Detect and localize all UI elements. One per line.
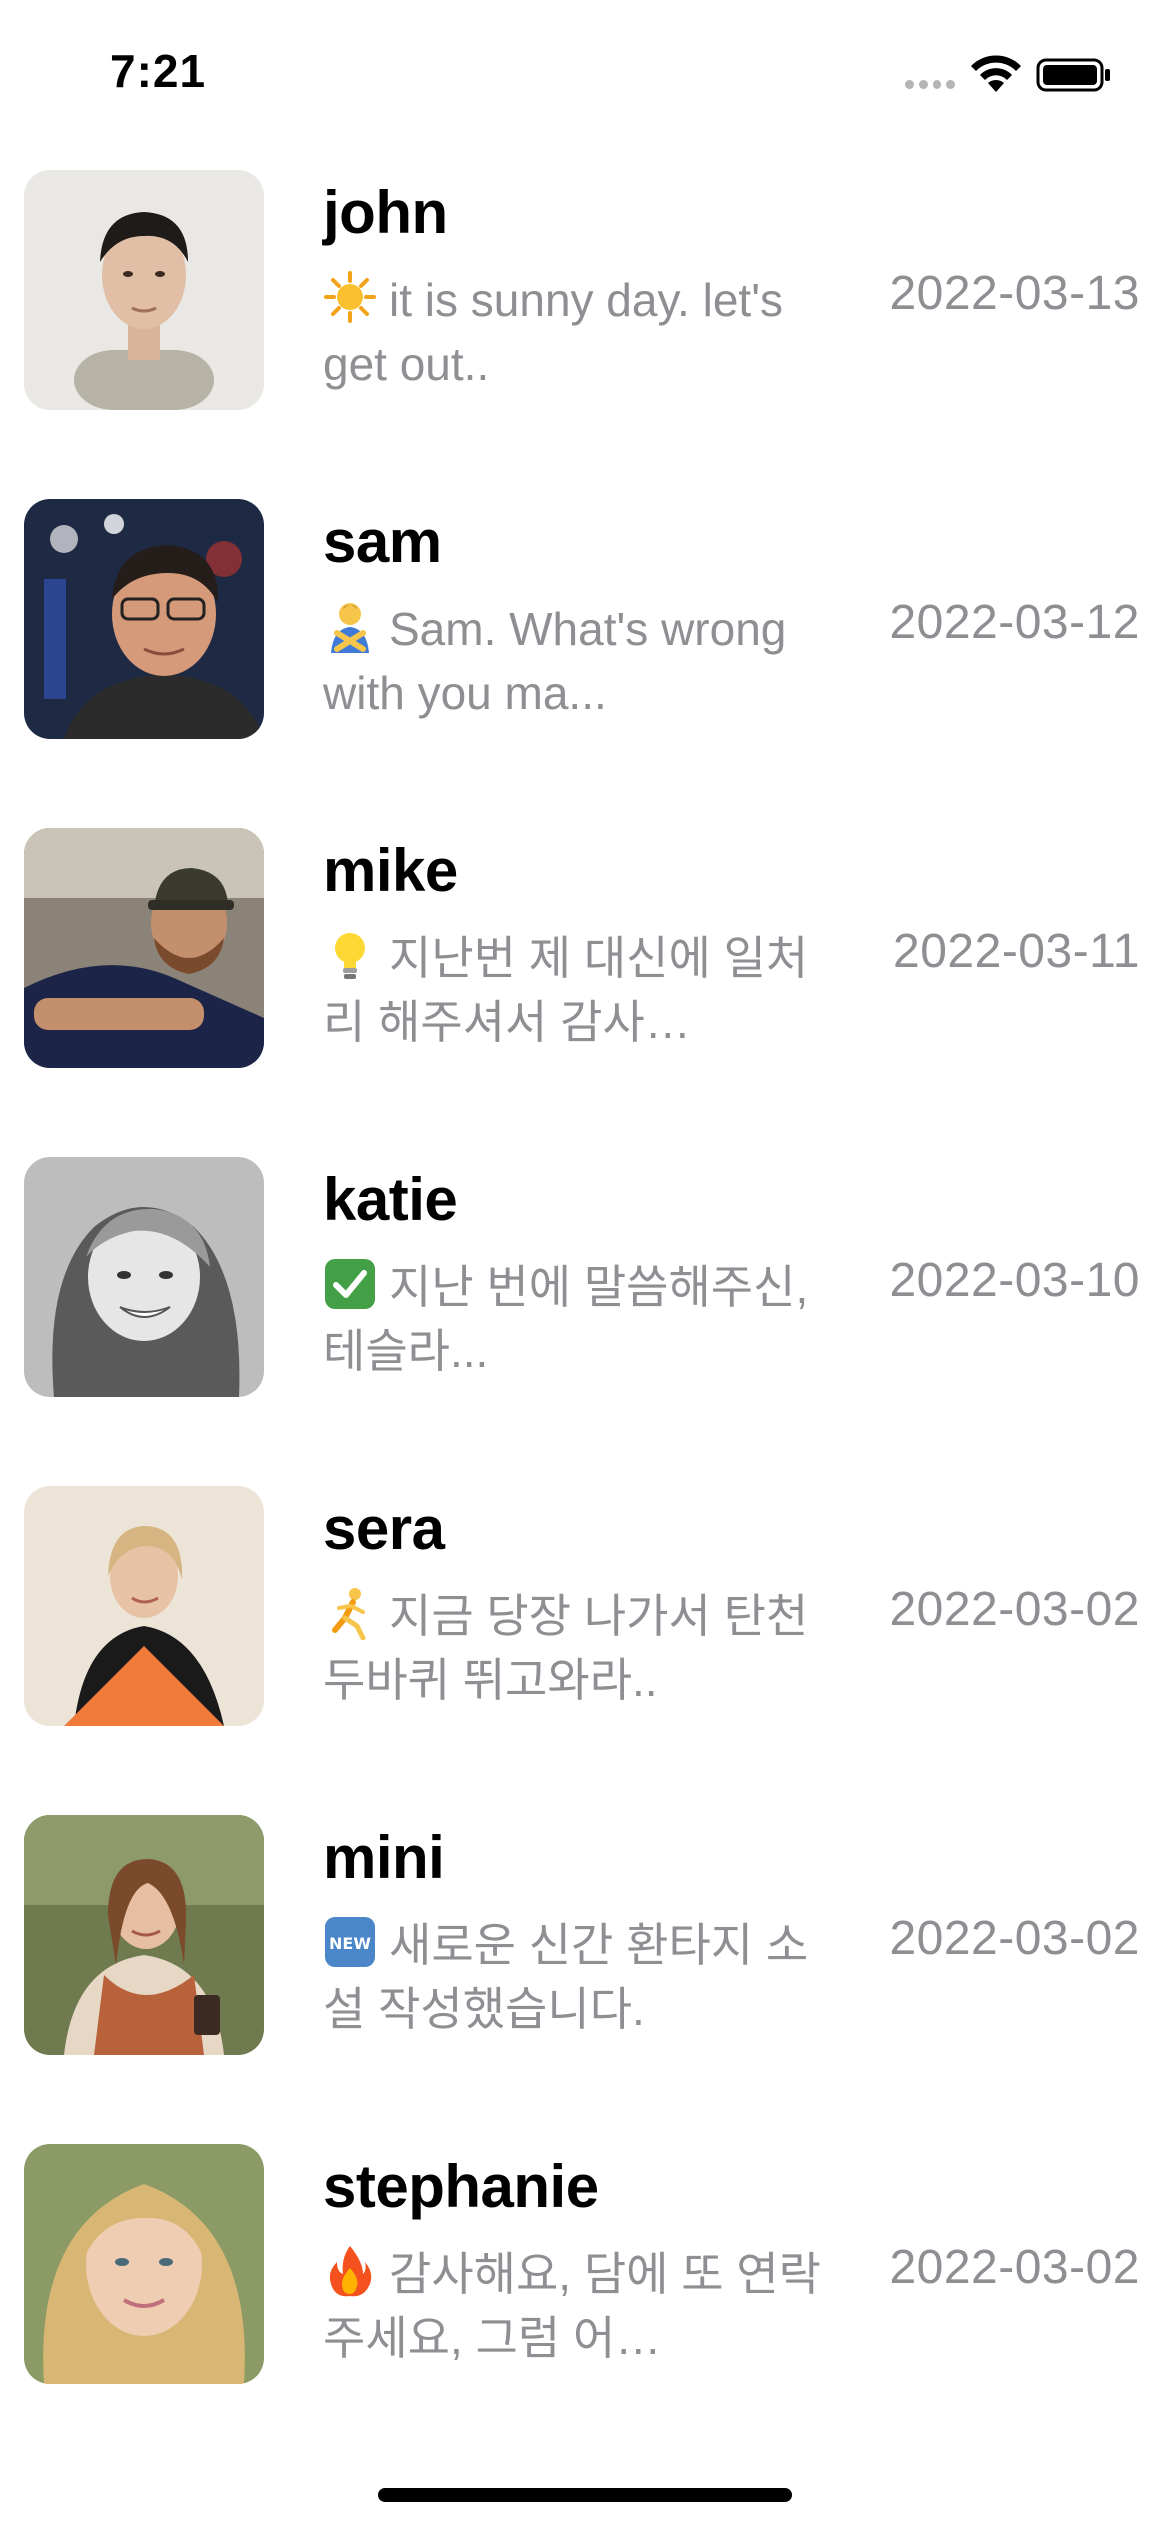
- message-date: 2022-03-11: [893, 925, 1140, 978]
- contact-name: stephanie: [323, 2153, 599, 2220]
- message-preview: 지난번 제 대신에 일처리 해주셔서 감사…: [323, 926, 823, 1054]
- message-preview: 지금 당장 나가서 탄천 두바퀴 뛰고와라..: [323, 1584, 823, 1712]
- battery-icon: [1036, 58, 1110, 92]
- person-running-icon: [323, 1586, 377, 1640]
- svg-text:NEW: NEW: [329, 1934, 371, 1953]
- wifi-icon: [971, 55, 1021, 92]
- contact-name: mini: [323, 1824, 445, 1891]
- chat-row[interactable]: john it is sunny day. let's get out.. 20…: [0, 168, 1170, 497]
- message-date: 2022-03-02: [889, 2241, 1140, 2294]
- status-time: 7:21: [110, 45, 207, 97]
- preview-text: 지난번 제 대신에 일처리 해주셔서 감사…: [323, 932, 809, 1048]
- chat-row[interactable]: katie 지난 번에 말씀해주신, 테슬라... 2022-03-10: [0, 1155, 1170, 1484]
- message-preview: it is sunny day. let's get out..: [323, 268, 823, 396]
- message-date: 2022-03-02: [889, 1912, 1140, 1965]
- avatar: [24, 499, 264, 739]
- check-mark-button-icon: [323, 1257, 377, 1311]
- preview-text: 지난 번에 말씀해주신, 테슬라...: [323, 1261, 809, 1377]
- new-button-icon: NEW: [323, 1915, 377, 1969]
- avatar: [24, 170, 264, 410]
- fire-icon: [323, 2244, 377, 2298]
- preview-text: Sam. What's wrong with you ma...: [323, 603, 787, 719]
- contact-name: john: [323, 179, 448, 246]
- chat-row[interactable]: sera 지금 당장 나가서 탄천 두바퀴 뛰고와라.. 2022-03-02: [0, 1484, 1170, 1813]
- preview-text: 지금 당장 나가서 탄천 두바퀴 뛰고와라..: [323, 1590, 809, 1706]
- message-preview: 지난 번에 말씀해주신, 테슬라...: [323, 1255, 823, 1383]
- message-date: 2022-03-10: [889, 1254, 1140, 1307]
- person-crossing-arms-icon: [323, 599, 377, 653]
- message-date: 2022-03-13: [889, 267, 1140, 320]
- contact-name: katie: [323, 1166, 458, 1233]
- preview-text: 새로운 신간 환타지 소설 작성했습니다.: [323, 1919, 809, 2035]
- avatar: [24, 1486, 264, 1726]
- status-bar: 7:21: [0, 0, 1170, 150]
- message-date: 2022-03-12: [889, 596, 1140, 649]
- message-preview: Sam. What's wrong with you ma...: [323, 597, 823, 725]
- preview-text: it is sunny day. let's get out..: [323, 274, 783, 390]
- lightbulb-icon: [323, 928, 377, 982]
- contact-name: sera: [323, 1495, 445, 1562]
- chat-row[interactable]: sam Sam. What's wrong with you ma... 202…: [0, 497, 1170, 826]
- avatar: [24, 828, 264, 1068]
- cellular-signal-icon: [905, 80, 955, 92]
- avatar: [24, 1157, 264, 1397]
- home-indicator[interactable]: [378, 2488, 792, 2502]
- contact-name: mike: [323, 837, 458, 904]
- avatar: [24, 2144, 264, 2384]
- chat-row[interactable]: mini NEW 새로운 신간 환타지 소설 작성했습니다. 2022-03-0…: [0, 1813, 1170, 2142]
- contact-name: sam: [323, 508, 442, 575]
- chat-row[interactable]: mike 지난번 제 대신에 일처리 해주셔서 감사… 2022-03-11: [0, 826, 1170, 1155]
- chat-list: john it is sunny day. let's get out.. 20…: [0, 168, 1170, 2471]
- message-date: 2022-03-02: [889, 1583, 1140, 1636]
- avatar: [24, 1815, 264, 2055]
- preview-text: 감사해요, 담에 또 연락주세요, 그럼 어…: [323, 2248, 822, 2364]
- message-preview: NEW 새로운 신간 환타지 소설 작성했습니다.: [323, 1913, 823, 2041]
- sun-icon: [323, 270, 377, 324]
- message-preview: 감사해요, 담에 또 연락주세요, 그럼 어…: [323, 2242, 823, 2370]
- chat-row[interactable]: stephanie 감사해요, 담에 또 연락주세요, 그럼 어… 2022-0…: [0, 2142, 1170, 2471]
